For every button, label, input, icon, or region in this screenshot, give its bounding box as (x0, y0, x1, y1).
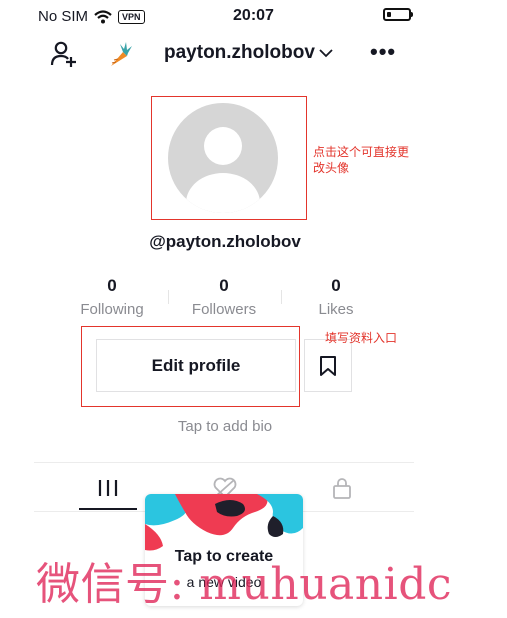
active-tab-indicator (79, 508, 137, 510)
avatar-annotation-box (151, 96, 307, 220)
status-time: 20:07 (233, 7, 274, 24)
stat-followers[interactable]: 0 Followers (169, 276, 279, 318)
avatar-annotation-line2: 改头像 (313, 161, 350, 175)
stat-following[interactable]: 0 Following (57, 276, 167, 318)
tab-private[interactable] (331, 476, 353, 500)
edit-profile-annotation-box (81, 326, 300, 407)
more-options-icon[interactable]: ••• (370, 39, 396, 65)
add-friend-icon[interactable] (50, 40, 78, 68)
stat-label: Likes (318, 301, 354, 318)
stat-value: 0 (331, 276, 341, 295)
bookmark-icon (320, 355, 336, 376)
stat-value: 0 (107, 276, 117, 295)
watermark-text: 微信号: muhuanidc (36, 559, 452, 610)
tabs-divider-top (34, 462, 414, 463)
avatar-annotation: 点击这个可直接更 改头像 (313, 144, 409, 176)
tooltip-illustration (145, 494, 303, 554)
stat-value: 0 (219, 276, 229, 295)
stat-label: Followers (191, 301, 257, 318)
stat-label: Following (80, 301, 144, 318)
bookmark-button[interactable] (304, 339, 352, 392)
chevron-down-icon (319, 49, 333, 58)
carrot-logo-icon[interactable] (103, 40, 133, 70)
battery-icon (383, 8, 413, 21)
profile-handle: @payton.zholobov (149, 232, 301, 251)
header-username: payton.zholobov (164, 42, 315, 63)
edit-annotation: 填写资料入口 (325, 331, 398, 345)
header-username-switcher[interactable]: payton.zholobov (164, 42, 333, 64)
stat-likes[interactable]: 0 Likes (281, 276, 391, 318)
tab-videos[interactable] (97, 478, 119, 498)
avatar-annotation-line1: 点击这个可直接更 (313, 145, 410, 159)
add-bio-link[interactable]: Tap to add bio (0, 418, 450, 435)
